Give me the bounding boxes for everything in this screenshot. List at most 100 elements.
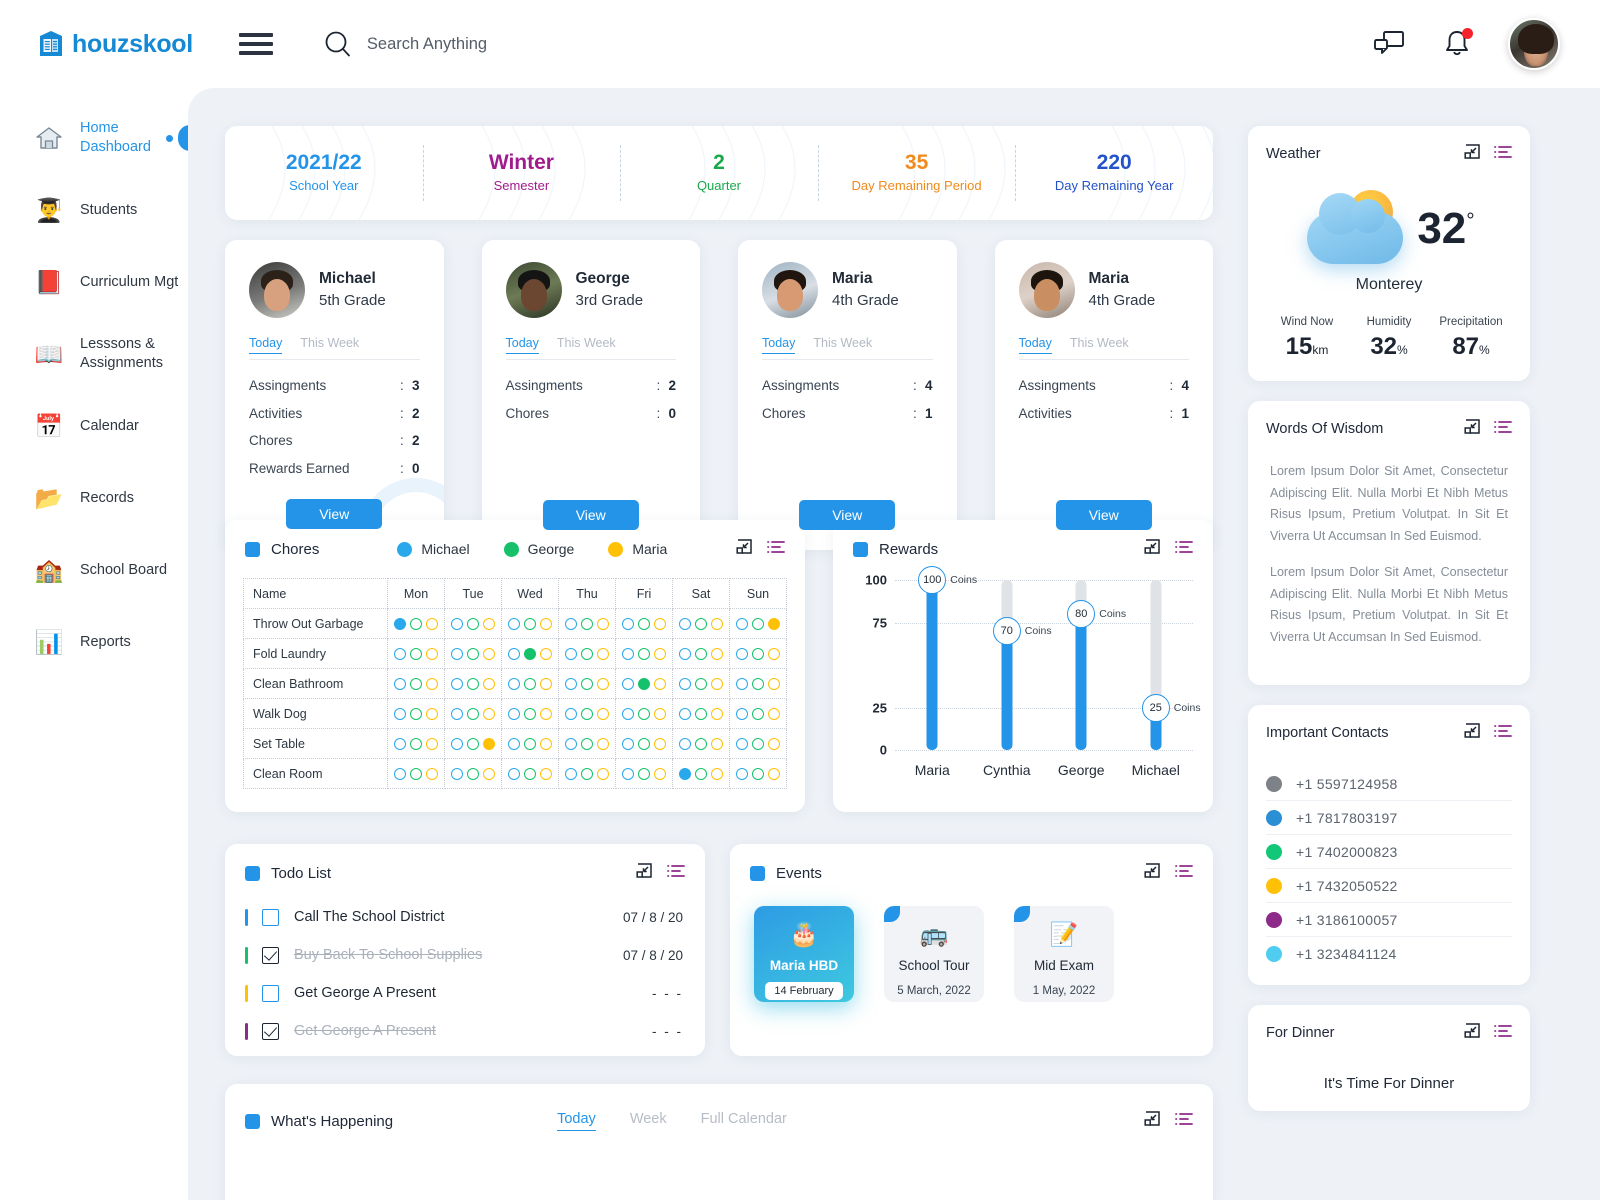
chore-day-cell[interactable]	[558, 638, 616, 669]
chore-dot-maria[interactable]	[483, 737, 495, 750]
chore-dot-maria[interactable]	[540, 617, 552, 630]
chore-day-cell[interactable]	[444, 698, 502, 729]
chore-dot-michael[interactable]	[565, 767, 577, 780]
chore-dot-maria[interactable]	[711, 707, 723, 720]
chore-day-cell[interactable]	[672, 728, 730, 759]
chore-dot-michael[interactable]	[451, 767, 463, 780]
chore-dot-maria[interactable]	[597, 767, 609, 780]
chore-dot-george[interactable]	[638, 647, 650, 660]
list-view-icon[interactable]	[1175, 540, 1193, 559]
chore-dot-michael[interactable]	[679, 707, 691, 720]
expand-collapse-icon[interactable]	[1464, 143, 1481, 165]
chore-dot-michael[interactable]	[622, 647, 634, 660]
chore-dot-michael[interactable]	[451, 737, 463, 750]
chore-dot-michael[interactable]	[508, 707, 520, 720]
chore-day-cell[interactable]	[444, 758, 502, 789]
event-card-maria-hbd[interactable]: 🎂 Maria HBD 14 February	[754, 906, 854, 1002]
todo-checkbox[interactable]	[262, 1022, 279, 1040]
chore-dot-george[interactable]	[752, 767, 764, 780]
chore-dot-george[interactable]	[638, 677, 650, 690]
chore-dot-maria[interactable]	[654, 677, 666, 690]
chore-day-cell[interactable]	[729, 608, 787, 639]
tab-today[interactable]: Today	[249, 336, 283, 354]
chore-dot-george[interactable]	[752, 707, 764, 720]
search-input[interactable]	[366, 34, 697, 54]
sidebar-item-curriculum-mgt[interactable]: 📕 Curriculum Mgt	[0, 260, 188, 304]
hamburger-menu-icon[interactable]	[238, 33, 273, 55]
chore-dot-maria[interactable]	[711, 767, 723, 780]
chore-dot-maria[interactable]	[483, 767, 495, 780]
chore-dot-george[interactable]	[695, 737, 707, 750]
chore-day-cell[interactable]	[729, 668, 787, 699]
chore-dot-maria[interactable]	[426, 737, 438, 750]
chore-dot-maria[interactable]	[711, 737, 723, 750]
list-item[interactable]: +1 7402000823	[1266, 835, 1512, 869]
chore-dot-michael[interactable]	[508, 677, 520, 690]
chore-dot-michael[interactable]	[508, 617, 520, 630]
chore-dot-maria[interactable]	[540, 647, 552, 660]
chore-dot-michael[interactable]	[736, 617, 748, 630]
chore-dot-maria[interactable]	[768, 617, 780, 630]
chore-day-cell[interactable]	[387, 638, 445, 669]
chore-day-cell[interactable]	[615, 638, 673, 669]
chore-dot-george[interactable]	[524, 647, 536, 660]
expand-collapse-icon[interactable]	[1144, 538, 1161, 560]
chore-dot-michael[interactable]	[736, 647, 748, 660]
chore-dot-maria[interactable]	[426, 767, 438, 780]
chore-dot-michael[interactable]	[622, 737, 634, 750]
view-button[interactable]: View	[286, 498, 383, 529]
chore-dot-maria[interactable]	[426, 677, 438, 690]
chore-day-cell[interactable]	[387, 668, 445, 699]
chore-day-cell[interactable]	[387, 608, 445, 639]
chore-day-cell[interactable]	[501, 668, 559, 699]
search-bar[interactable]	[323, 29, 697, 59]
chore-dot-george[interactable]	[581, 647, 593, 660]
chore-dot-maria[interactable]	[540, 737, 552, 750]
tab-today[interactable]: Today	[505, 336, 539, 354]
expand-collapse-icon[interactable]	[1144, 862, 1161, 884]
chore-day-cell[interactable]	[615, 608, 673, 639]
chore-day-cell[interactable]	[558, 698, 616, 729]
expand-collapse-icon[interactable]	[1464, 418, 1481, 440]
chore-dot-maria[interactable]	[540, 767, 552, 780]
chore-day-cell[interactable]	[615, 758, 673, 789]
chore-day-cell[interactable]	[672, 608, 730, 639]
list-item[interactable]: +1 3186100057	[1266, 903, 1512, 937]
list-item[interactable]: Get George A Present - - -	[225, 974, 705, 1012]
list-item[interactable]: Call The School District 07 / 8 / 20	[225, 898, 705, 936]
chore-dot-michael[interactable]	[394, 737, 406, 750]
chore-dot-maria[interactable]	[483, 677, 495, 690]
chore-dot-george[interactable]	[695, 647, 707, 660]
list-item[interactable]: +1 5597124958	[1266, 767, 1512, 801]
tab-this-week[interactable]: This Week	[1070, 336, 1129, 354]
chore-dot-michael[interactable]	[565, 707, 577, 720]
chore-day-cell[interactable]	[501, 758, 559, 789]
chore-dot-george[interactable]	[638, 767, 650, 780]
bar-group-maria[interactable]: 100 Coins	[895, 566, 977, 750]
chore-day-cell[interactable]	[672, 698, 730, 729]
todo-checkbox[interactable]	[262, 946, 279, 964]
sidebar-item-students[interactable]: 👨‍🎓 Students	[0, 188, 188, 232]
chore-day-cell[interactable]	[672, 758, 730, 789]
chore-dot-george[interactable]	[581, 707, 593, 720]
todo-checkbox[interactable]	[262, 908, 279, 926]
chore-day-cell[interactable]	[672, 668, 730, 699]
list-item[interactable]: +1 7432050522	[1266, 869, 1512, 903]
event-card-mid-exam[interactable]: 📝 Mid Exam 1 May, 2022	[1014, 906, 1114, 1002]
chore-dot-maria[interactable]	[597, 677, 609, 690]
chore-day-cell[interactable]	[615, 728, 673, 759]
view-button[interactable]: View	[1055, 500, 1152, 531]
chore-dot-george[interactable]	[410, 707, 422, 720]
view-button[interactable]: View	[542, 500, 639, 531]
chore-dot-michael[interactable]	[679, 647, 691, 660]
chore-dot-george[interactable]	[467, 617, 479, 630]
view-button[interactable]: View	[799, 500, 896, 531]
chore-dot-michael[interactable]	[622, 707, 634, 720]
chore-dot-michael[interactable]	[394, 617, 406, 630]
event-card-school-tour[interactable]: 🚌 School Tour 5 March, 2022	[884, 906, 984, 1002]
chore-day-cell[interactable]	[444, 608, 502, 639]
chore-dot-george[interactable]	[581, 767, 593, 780]
chore-dot-michael[interactable]	[736, 707, 748, 720]
chore-dot-maria[interactable]	[768, 647, 780, 660]
list-item[interactable]: Buy Back To School Supplies 07 / 8 / 20	[225, 936, 705, 974]
